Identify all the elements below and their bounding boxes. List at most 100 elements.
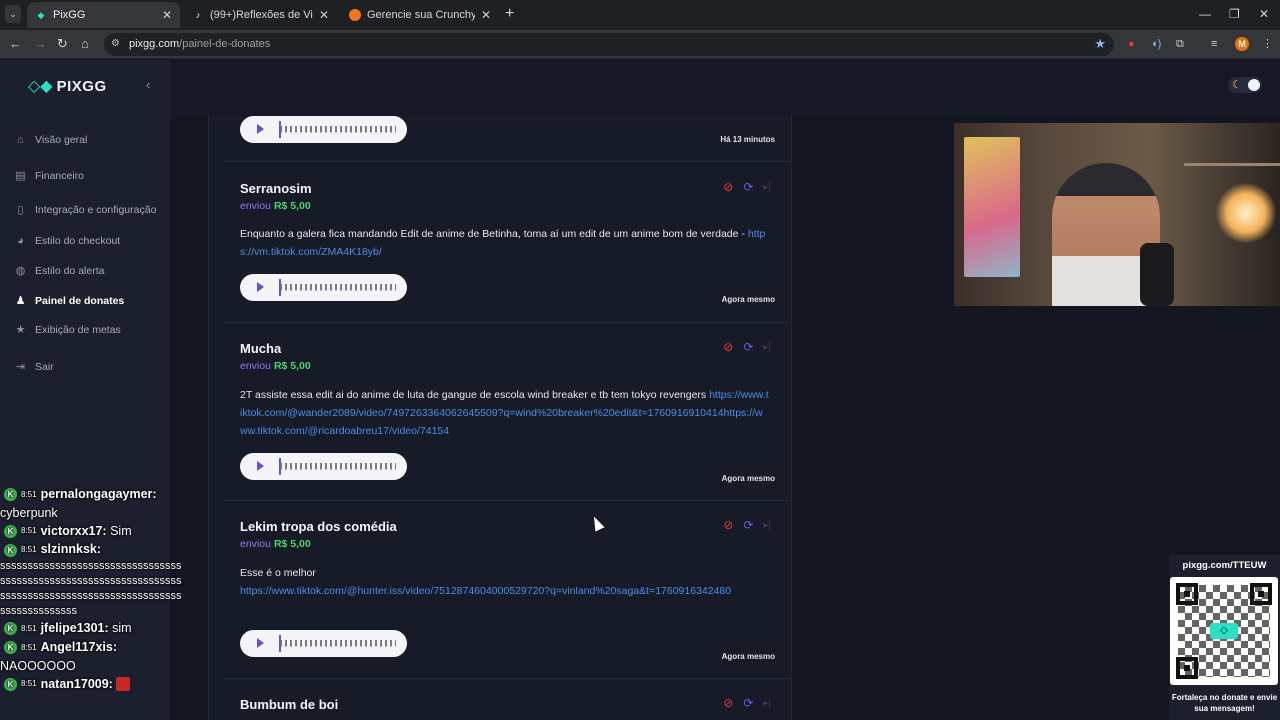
sidebar-item-estilo-alerta[interactable]: ◍ Estilo do alerta [14,264,105,278]
palette-icon: ◕ [17,235,24,247]
reload-button[interactable]: ↻ [57,36,68,52]
home-icon: ⌂ [17,134,24,146]
replay-icon[interactable]: ⟳ [743,696,753,710]
settings-icon: ▯ [17,204,24,216]
tab-search-button[interactable]: ⌄ [5,5,21,23]
close-tab-icon[interactable]: ✕ [162,8,172,22]
qr-code: ◇ [1170,577,1278,685]
chat-message: K 8:51 jfelipe1301: sim [0,619,186,638]
donation-time: Agora mesmo [721,295,775,304]
close-tab-icon[interactable]: ✕ [481,8,491,22]
pixgg-icon: ◆ [37,10,45,20]
home-button[interactable]: ⌂ [81,36,89,52]
audio-waveform[interactable] [280,281,396,294]
wall-poster [964,137,1020,277]
close-tab-icon[interactable]: ✕ [319,8,329,22]
audio-player[interactable] [240,453,407,480]
chat-message: K 8:51 victorxx17: Sim [0,522,186,541]
microphone [1140,243,1174,306]
play-icon[interactable] [257,282,264,292]
browser-menu-icon[interactable]: ⋮ [1262,37,1273,51]
chat-message: K 8:51 Angel117xis: NAOOOOOO [0,639,118,673]
audio-player[interactable] [240,116,407,143]
pixgg-logo[interactable]: ◇◆ PIXGG [28,76,107,96]
sidebar-item-painel-donates[interactable]: ♟ Painel de donates [14,294,125,308]
donation-message: 2T assiste essa edit ai do anime de luta… [240,389,769,437]
extension-record-icon[interactable]: ● [1128,37,1135,51]
donation-message: Esse é o melhor https://www.tiktok.com/@… [240,567,732,597]
chat-message: K 8:51 slzinnksk: ssssssssssssssssssssssss… [0,542,182,618]
qr-donate-overlay: pixgg.com/TTEUW ◇ Fortaleça no donate e … [1169,555,1280,720]
audio-waveform[interactable] [280,460,396,473]
kick-badge-icon: K [4,524,17,538]
donation-link[interactable]: https://www.tiktok.com/@hunter.iss/video… [240,585,731,597]
url-input[interactable]: ⚙ pixgg.com/painel-de-donates ★ [104,33,1114,56]
donor-name: Serranosim [240,181,312,196]
block-icon[interactable]: ⊘ [723,696,733,710]
sidebar-item-integracao[interactable]: ▯ Integração e configuração [14,203,156,217]
star-icon: ★ [15,324,26,336]
replay-icon[interactable]: ⟳ [743,180,753,194]
donation-amount-line: enviou R$ 5,00 [240,360,311,372]
pixgg-logo-icon: ◇ [1210,623,1238,639]
sidebar-item-exibicao-metas[interactable]: ★ Exibição de metas [14,323,121,337]
donation-time: Agora mesmo [721,652,775,661]
skip-icon[interactable]: ▸| [763,520,771,531]
play-icon[interactable] [257,124,264,134]
skip-icon[interactable]: ▸| [763,342,771,353]
skip-icon[interactable]: ▸| [763,698,771,709]
chat-message: K 8:51 pernalongagaymer: cyberpunk [0,487,157,520]
new-tab-button[interactable]: + [505,5,514,23]
kick-badge-icon: K [4,641,17,655]
donation-amount-line: enviou R$ 5,00 [240,538,311,550]
audio-player[interactable] [240,630,407,657]
donation-message: Enquanto a galera fica mandando Edit de … [240,228,766,258]
donation-card: Há 13 minutos [224,116,791,162]
kick-badge-icon: K [4,543,17,557]
browser-tab-pixgg[interactable]: ◆ PixGG ✕ [27,2,180,28]
kick-badge-icon: K [4,622,17,636]
sidebar-item-visao-geral[interactable]: ⌂ Visão geral [14,134,87,146]
block-icon[interactable]: ⊘ [723,518,733,532]
theme-toggle[interactable]: ☾ [1228,77,1262,93]
audio-waveform[interactable] [280,637,396,650]
forward-button[interactable]: → [34,36,47,52]
collapse-sidebar-button[interactable]: ‹ [146,77,150,92]
replay-icon[interactable]: ⟳ [743,340,753,354]
close-window-button[interactable]: ✕ [1259,7,1269,21]
toggle-knob [1248,79,1260,91]
extensions-puzzle-icon[interactable]: ⧉ [1176,37,1184,51]
sidebar-item-financeiro[interactable]: ▤ Financeiro [14,169,84,183]
audio-waveform[interactable] [280,123,396,136]
kick-badge-icon: K [4,488,17,502]
crunchyroll-icon [349,9,361,21]
site-info-icon[interactable]: ⚙ [111,38,120,49]
profile-avatar[interactable]: M [1235,37,1249,51]
pixgg-logo-icon: ◇◆ [28,78,53,95]
replay-icon[interactable]: ⟳ [743,518,753,532]
block-icon[interactable]: ⊘ [723,340,733,354]
maximize-button[interactable]: ❐ [1229,7,1240,21]
donation-actions: ⊘ ⟳ ▸| [723,180,771,194]
bookmark-star-icon[interactable]: ★ [1094,36,1106,52]
back-button[interactable]: ← [9,36,22,52]
media-control-icon[interactable]: ≡ [1211,37,1217,51]
donation-actions: ⊘ ⟳ ▸| [723,340,771,354]
block-icon[interactable]: ⊘ [723,180,733,194]
skip-icon[interactable]: ▸| [763,182,771,193]
stream-chat-overlay: K 8:51 pernalongagaymer: cyberpunk K 8:51 vi… [0,485,186,693]
top-bar [170,60,1280,116]
sidebar-item-estilo-checkout[interactable]: ◕ Estilo do checkout [14,235,120,247]
donation-card: Bumbum de boi ⊘ ⟳ ▸| [224,679,791,720]
angry-emote-icon [116,677,131,692]
browser-tab-crunchyroll[interactable]: Gerencie sua Crunchylista | Cru ✕ [341,2,499,28]
audio-player[interactable] [240,274,407,301]
browser-tab-tiktok[interactable]: ♪ (99+)Reflexões de Vinland Saga ✕ [184,2,337,28]
donor-name: Bumbum de boi [240,697,339,712]
play-icon[interactable] [257,461,264,471]
extension-audio-icon[interactable]: ◖) [1151,37,1161,51]
sidebar-item-sair[interactable]: ⇥ Sair [14,360,54,374]
play-icon[interactable] [257,638,264,648]
minimize-button[interactable]: — [1199,7,1211,21]
donation-time: Há 13 minutos [720,135,775,144]
